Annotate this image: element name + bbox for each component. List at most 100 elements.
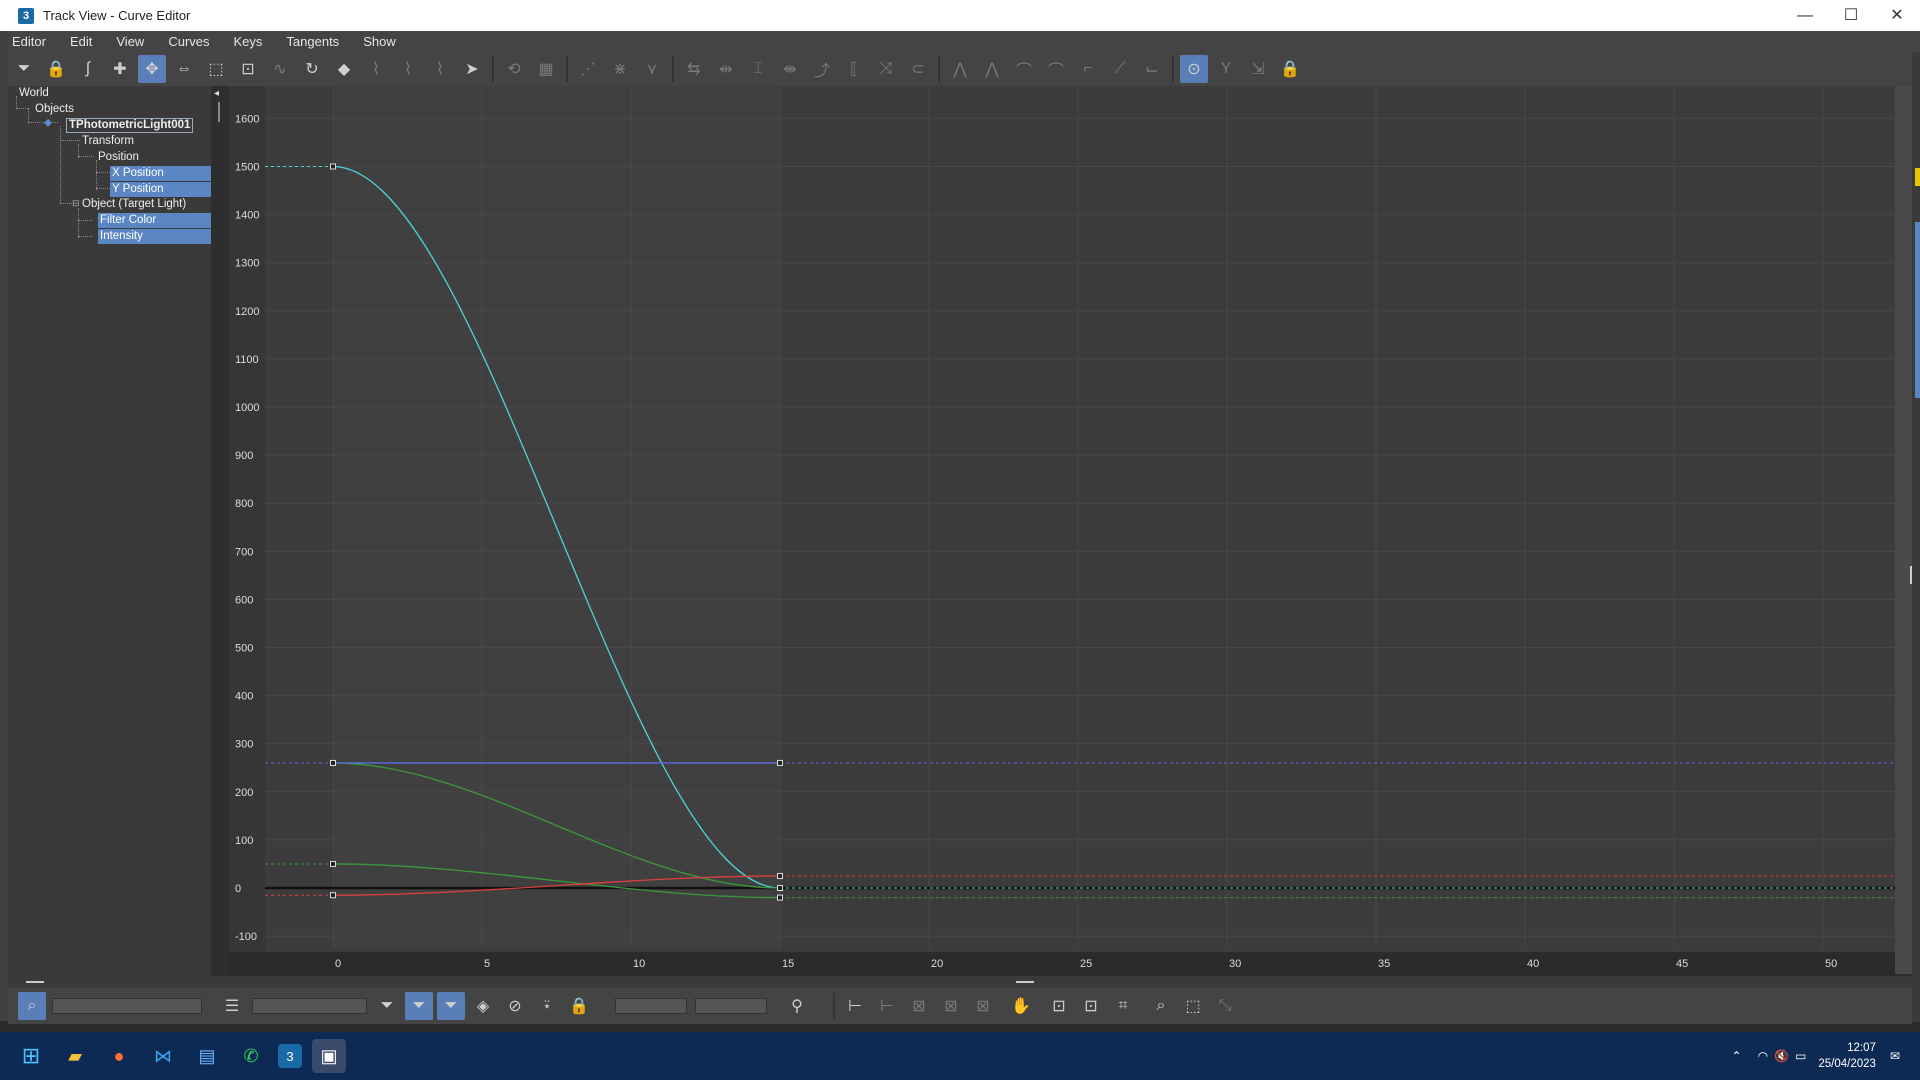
tree-objects[interactable]: Objects <box>35 102 74 117</box>
filter-selected-icon[interactable]: ⏷ <box>405 992 433 1020</box>
menu-show[interactable]: Show <box>351 34 408 49</box>
bracket-icon[interactable]: ⟦ <box>840 55 868 83</box>
maximize-button[interactable]: ☐ <box>1828 0 1874 31</box>
vertical-scrollbar[interactable] <box>1895 86 1912 974</box>
frame-field[interactable] <box>615 998 687 1014</box>
tangent-step-icon[interactable]: ⌐ <box>1074 55 1102 83</box>
region-tool-icon[interactable]: ⌇ <box>394 55 422 83</box>
zoom-region-icon[interactable]: ⊠ <box>969 992 997 1020</box>
scale-keys-icon[interactable]: ⬚ <box>202 55 230 83</box>
tree-light-object[interactable]: TPhotometricLight001 <box>66 118 194 133</box>
speaker-muted-icon[interactable]: 🔇 <box>1774 1049 1789 1063</box>
notifications-icon[interactable]: ✉ <box>1890 1049 1900 1063</box>
move-keys-icon[interactable]: ✥ <box>138 55 166 83</box>
whatsapp-icon[interactable]: ✆ <box>234 1039 268 1073</box>
firefox-icon[interactable]: ● <box>102 1039 136 1073</box>
lock-icon[interactable]: 🔒 <box>42 55 70 83</box>
tangent-smooth-icon[interactable]: ⌙ <box>1138 55 1166 83</box>
splitter-handle[interactable] <box>218 102 220 122</box>
clock[interactable]: 12:07 25/04/2023 <box>1818 1040 1876 1072</box>
zoom-selected-icon[interactable]: ⌕ <box>18 992 46 1020</box>
tangent-custom-icon[interactable]: ⋀ <box>978 55 1006 83</box>
show-tangents-toggle-icon[interactable]: ⊙ <box>1180 55 1208 83</box>
hscroll-handle-right[interactable] <box>1016 981 1034 983</box>
unify-icon[interactable]: ⇲ <box>1244 55 1272 83</box>
show-keys-icon[interactable]: ⋰ <box>574 55 602 83</box>
menu-curves[interactable]: Curves <box>156 34 221 49</box>
key-marker-icon[interactable]: ◆ <box>330 55 358 83</box>
horizontal-scrollbar[interactable] <box>8 976 1912 988</box>
file-explorer-icon[interactable]: ▰ <box>58 1039 92 1073</box>
sketch-icon[interactable]: ⤴ <box>808 55 836 83</box>
tree-x-position[interactable]: X Position <box>110 166 211 181</box>
battery-icon[interactable]: ▭ <box>1795 1049 1806 1063</box>
vscode-icon[interactable]: ⋈ <box>146 1039 180 1073</box>
tree-object-target-light[interactable]: Object (Target Light) <box>82 197 186 212</box>
hscroll-handle-left[interactable] <box>26 981 44 983</box>
curve-graph[interactable]: -505101520253035404550556065707580859095… <box>183 86 1895 974</box>
add-key-icon[interactable]: ✚ <box>106 55 134 83</box>
out-of-range-icon[interactable]: ⌇ <box>362 55 390 83</box>
menu-view[interactable]: View <box>104 34 156 49</box>
show-tangents-icon[interactable]: ⋇ <box>606 55 634 83</box>
pan-icon[interactable]: ✋ <box>1007 992 1035 1020</box>
menu-tangents[interactable]: Tangents <box>274 34 351 49</box>
selection-dropdown[interactable] <box>252 998 367 1014</box>
tangent-slow-icon[interactable]: ⌒ <box>1042 55 1070 83</box>
tree-filter-color[interactable]: Filter Color <box>98 213 211 228</box>
filter-curves-icon[interactable]: ⏷ <box>437 992 465 1020</box>
zoom-region-tool-icon[interactable]: ⬚ <box>1179 992 1207 1020</box>
align-keys-icon[interactable]: ⇹ <box>712 55 740 83</box>
panel-splitter[interactable]: ◂ <box>211 86 229 976</box>
minimize-button[interactable]: — <box>1782 0 1828 31</box>
frame-selected-icon[interactable]: ⌗ <box>1109 992 1137 1020</box>
tree-position[interactable]: Position <box>98 150 139 165</box>
windows-start-icon[interactable]: ⊞ <box>14 1039 48 1073</box>
grid-icon[interactable]: ▦ <box>532 55 560 83</box>
frame-value-icon[interactable]: ⊡ <box>1077 992 1105 1020</box>
wifi-icon[interactable]: ◠ <box>1758 1049 1768 1063</box>
filter-list-icon[interactable]: ☰ <box>218 992 246 1020</box>
name-field[interactable] <box>52 998 202 1014</box>
lock-tangents-icon[interactable]: 🔒 <box>1276 55 1304 83</box>
zoom-both-icon[interactable]: ⊠ <box>937 992 965 1020</box>
collapse-arrow-icon[interactable]: ◂ <box>214 88 226 100</box>
menu-editor[interactable]: Editor <box>0 34 58 49</box>
chevron-up-icon[interactable]: ⌃ <box>1732 1049 1742 1063</box>
zoom-horizontal-icon[interactable]: ⊢ <box>873 992 901 1020</box>
layers-icon[interactable]: ◈ <box>469 992 497 1020</box>
unify-tangents-icon[interactable]: ⇆ <box>680 55 708 83</box>
tree-transform[interactable]: Transform <box>82 134 134 149</box>
tree-y-position[interactable]: Y Position <box>110 182 211 197</box>
zoom-icon[interactable]: ⌕ <box>1147 992 1175 1020</box>
close-button[interactable]: ✕ <box>1874 0 1920 31</box>
tree-world[interactable]: World <box>19 86 49 101</box>
filter-icon[interactable]: ⏷ <box>10 55 38 83</box>
tangent-fast-icon[interactable]: ⌒ <box>1010 55 1038 83</box>
key-stats-icon[interactable]: ⚲ <box>783 992 811 1020</box>
scale-values-icon[interactable]: ⊡ <box>234 55 262 83</box>
pan-graph-icon[interactable]: ⊢ <box>841 992 869 1020</box>
curve-graph-svg[interactable]: -505101520253035404550556065707580859095… <box>183 86 1895 974</box>
track-view-taskbar-icon[interactable]: ▣ <box>312 1039 346 1073</box>
frame-horizontal-icon[interactable]: ⊡ <box>1045 992 1073 1020</box>
shuffle-icon[interactable]: ⤨ <box>872 55 900 83</box>
tangent-auto-icon[interactable]: ⋀ <box>946 55 974 83</box>
tangent-linear-icon[interactable]: ⟋ <box>1106 55 1134 83</box>
3dsmax-icon[interactable]: 3 <box>278 1044 302 1068</box>
draw-curves-icon[interactable]: ∿ <box>266 55 294 83</box>
break-icon[interactable]: Y <box>1212 55 1240 83</box>
filter-keys-icon[interactable]: ⏷ <box>373 992 401 1020</box>
collapse-toggle-icon[interactable]: ⊟ <box>72 196 80 211</box>
isolate-icon[interactable]: ⊘ <box>501 992 529 1020</box>
zoom-value-icon[interactable]: ⊠ <box>905 992 933 1020</box>
select-pointer-icon[interactable]: ➤ <box>458 55 486 83</box>
lock-selection-icon[interactable]: 🔒 <box>565 992 593 1020</box>
ease-icon[interactable]: ⇼ <box>776 55 804 83</box>
slide-keys-icon[interactable]: ⇔ <box>170 55 198 83</box>
zoom-extents-icon[interactable]: ⤡ <box>1211 992 1239 1020</box>
break-tangents-icon[interactable]: ⋎ <box>638 55 666 83</box>
show-filter-icon[interactable]: ⍣ <box>533 992 561 1020</box>
tree-intensity[interactable]: Intensity <box>98 229 211 244</box>
curve-tool-icon[interactable]: ∫ <box>74 55 102 83</box>
